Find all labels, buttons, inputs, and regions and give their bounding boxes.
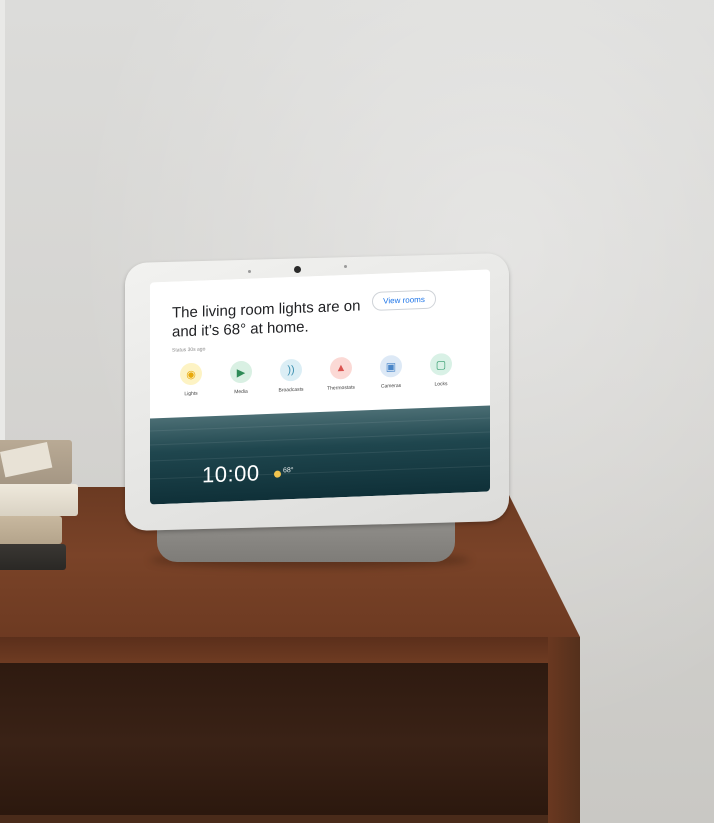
cabinet-shelf: [0, 815, 548, 823]
water-ripple: [150, 447, 490, 462]
device-tiles: ◉ Lights ▶ Media )) Broadcasts ▲ Thermos…: [168, 352, 468, 414]
water-ripple: [150, 465, 490, 480]
status-headline: The living room lights are on and it’s 6…: [172, 296, 382, 342]
tile-label: Cameras: [380, 382, 402, 390]
lightbulb-icon: ◉: [180, 362, 202, 386]
status-timestamp: Status 30s ago: [172, 346, 206, 354]
tile-label: Media: [234, 388, 248, 396]
cabinet-side: [548, 637, 580, 823]
tile-thermostats[interactable]: ▲ Thermostats: [318, 356, 364, 392]
tile-media[interactable]: ▶ Media: [218, 360, 264, 396]
book-dark: [0, 544, 66, 570]
lock-icon: ▢: [430, 352, 452, 376]
mic-hole: [344, 265, 347, 268]
camera-icon: ▣: [380, 354, 402, 378]
book-beige: [0, 516, 62, 544]
thermometer-icon: ▲: [330, 356, 352, 380]
tile-lights[interactable]: ◉ Lights: [168, 362, 214, 398]
broadcast-icon: )): [280, 358, 302, 382]
play-icon: ▶: [230, 360, 252, 384]
display-screen: The living room lights are on and it’s 6…: [150, 269, 490, 505]
tile-locks[interactable]: ▢ Locks: [418, 352, 464, 388]
cabinet-front-edge: [0, 637, 580, 663]
tile-label: Lights: [184, 390, 198, 398]
tile-cameras[interactable]: ▣ Cameras: [368, 354, 414, 390]
water-ripple: [150, 431, 490, 446]
light-sensor: [248, 270, 251, 273]
tile-broadcasts[interactable]: )) Broadcasts: [268, 358, 314, 394]
water-ripple: [150, 417, 490, 432]
tile-label: Broadcasts: [278, 386, 304, 394]
cabinet-opening: [0, 662, 548, 823]
clock: 10:00: [202, 460, 260, 488]
tile-label: Locks: [434, 381, 448, 388]
book-white: [0, 484, 78, 516]
tile-label: Thermostats: [327, 384, 355, 392]
ambient-lake-background: [150, 405, 490, 505]
home-status-card: The living room lights are on and it’s 6…: [150, 269, 490, 419]
temperature: 68°: [283, 467, 294, 475]
view-rooms-button[interactable]: View rooms: [372, 289, 436, 312]
camera-lens: [294, 266, 301, 273]
